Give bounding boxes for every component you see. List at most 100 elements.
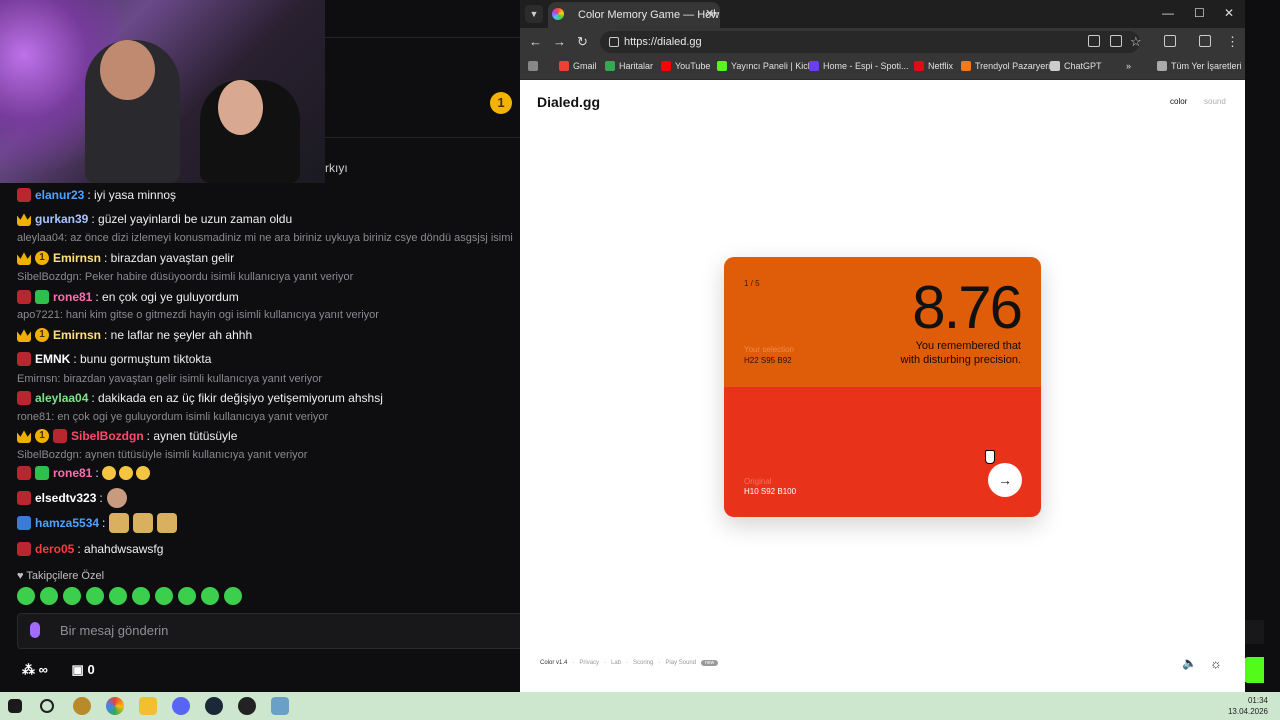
mic-icon[interactable] [30,622,40,638]
kick-badge-icon[interactable] [17,290,31,304]
gift-counter[interactable]: ▣ 0 [72,662,95,677]
crown-badge-icon[interactable] [17,430,31,443]
gift-badge-icon[interactable] [35,290,49,304]
reply-context[interactable]: apo7221: hani kim gitse o gitmezdi hayin… [17,309,379,325]
nav-color-link[interactable]: color [1170,97,1187,106]
apps-icon[interactable] [528,61,542,71]
chat-username[interactable]: gurkan39 [35,212,88,226]
kick-badge-icon[interactable] [17,542,31,556]
minimize-icon[interactable]: — [1162,6,1174,20]
forward-icon[interactable]: → [553,34,566,49]
discord-icon[interactable] [172,697,190,715]
bookmark-youtube[interactable]: YouTube [661,61,710,71]
search-icon[interactable] [40,699,54,713]
chat-send-button[interactable] [1244,657,1264,683]
emote[interactable] [109,587,127,605]
kick-badge-icon[interactable] [53,429,67,443]
new-tab-button[interactable]: + [710,5,719,22]
file-explorer-icon[interactable] [139,697,157,715]
system-clock[interactable]: 01:34 13.04.2026 [1228,695,1268,717]
emote[interactable] [201,587,219,605]
bookmarks-overflow-icon[interactable]: » [1126,61,1131,71]
chat-username[interactable]: rone81 [53,290,92,304]
bookmark-netflix[interactable]: Netflix [914,61,953,71]
next-arrow-button[interactable]: → [988,463,1022,497]
footer-privacy-link[interactable]: Privacy [579,660,599,666]
kick-badge-icon[interactable] [17,391,31,405]
footer-play-sound-link[interactable]: Play Sound [665,660,696,666]
emote[interactable] [40,587,58,605]
chat-username[interactable]: hamza5534 [35,516,99,530]
footer-scoring-link[interactable]: Scoring [633,660,653,666]
chat-username[interactable]: SibelBozdgn [71,429,144,443]
chrome-icon[interactable] [106,697,124,715]
reply-context[interactable]: rone81: en çok ogi ye guluyordum isimli … [17,411,328,427]
coin-badge-icon[interactable]: 1 [35,429,49,443]
crown-badge-icon[interactable] [17,329,31,342]
bookmark-spotify[interactable]: Home - Espi - Spoti... [809,61,909,71]
nav-sound-link[interactable]: sound [1204,97,1226,106]
app-window-icon[interactable] [271,697,289,715]
window-close-icon[interactable]: ✕ [1224,6,1234,20]
emote[interactable] [63,587,81,605]
tab-search-icon[interactable]: ▼ [525,5,543,23]
chat-username[interactable]: Emirnsn [53,251,101,265]
profile-icon[interactable] [1199,35,1211,47]
kick-badge-icon[interactable] [17,491,31,505]
bookmark-gmail[interactable]: Gmail [559,61,597,71]
translate-icon[interactable] [1088,35,1100,47]
bookmark-maps[interactable]: Haritalar [605,61,653,71]
start-icon[interactable] [8,699,22,713]
subscriber-badge-icon[interactable] [17,516,31,530]
chat-username[interactable]: Emirnsn [53,328,101,342]
chat-username[interactable]: elanur23 [35,188,84,202]
bookmark-kick[interactable]: Yayıncı Paneli | Kick [717,61,812,71]
speaker-icon[interactable]: 🔈 [1182,656,1198,670]
emote[interactable] [86,587,104,605]
reload-icon[interactable]: ↻ [577,34,588,50]
bookmark-trendyol[interactable]: Trendyol Pazaryeri [961,61,1050,71]
site-info-icon[interactable] [609,37,619,47]
coin-icon[interactable]: 1 [490,92,512,114]
tab-active[interactable]: Color Memory Game — How W [548,2,720,28]
address-bar[interactable]: https://dialed.gg [600,31,1140,53]
kick-badge-icon[interactable] [17,466,31,480]
chat-username[interactable]: dero05 [35,542,74,556]
cast-icon[interactable] [1110,35,1122,47]
theme-toggle-icon[interactable]: ☼ [1210,656,1226,672]
all-bookmarks[interactable]: Tüm Yer İşaretleri [1157,61,1242,71]
chat-username[interactable]: rone81 [53,466,92,480]
reply-context[interactable]: aleylaa04: az önce dizi izlemeyi konusma… [17,232,513,248]
bookmark-star-icon[interactable]: ☆ [1130,34,1142,50]
emote[interactable] [155,587,173,605]
reply-context[interactable]: SibelBozdgn: Peker habire düsüyoordu isi… [17,271,353,287]
kick-badge-icon[interactable] [17,188,31,202]
chat-username[interactable]: EMNK [35,352,70,366]
chat-username[interactable]: elsedtv323 [35,491,96,505]
emote[interactable] [178,587,196,605]
emote[interactable] [224,587,242,605]
chat-username[interactable]: aleylaa04 [35,391,88,405]
app-icon[interactable] [73,697,91,715]
coin-badge-icon[interactable]: 1 [35,251,49,265]
back-icon[interactable]: ← [529,34,542,49]
chat-message-input[interactable]: Bir mesaj gönderin [17,613,537,649]
crown-badge-icon[interactable] [17,213,31,226]
crown-badge-icon[interactable] [17,252,31,265]
maximize-icon[interactable]: ☐ [1194,6,1205,20]
footer-lab-link[interactable]: Lab [611,660,621,666]
extensions-icon[interactable] [1164,35,1176,47]
menu-icon[interactable]: ⋮ [1226,34,1239,50]
coin-badge-icon[interactable]: 1 [35,328,49,342]
emote-bar[interactable] [17,587,242,605]
site-logo[interactable]: Dialed.gg [537,94,600,110]
emote[interactable] [132,587,150,605]
infinity-counter[interactable]: ⁂ ∞ [22,662,48,677]
emote[interactable] [17,587,35,605]
reply-context[interactable]: Emirnsn: birazdan yavaştan gelir isimli … [17,373,322,389]
gift-badge-icon[interactable] [35,466,49,480]
obs-icon[interactable] [238,697,256,715]
kick-badge-icon[interactable] [17,352,31,366]
steam-icon[interactable] [205,697,223,715]
bookmark-chatgpt[interactable]: ChatGPT [1050,61,1102,71]
